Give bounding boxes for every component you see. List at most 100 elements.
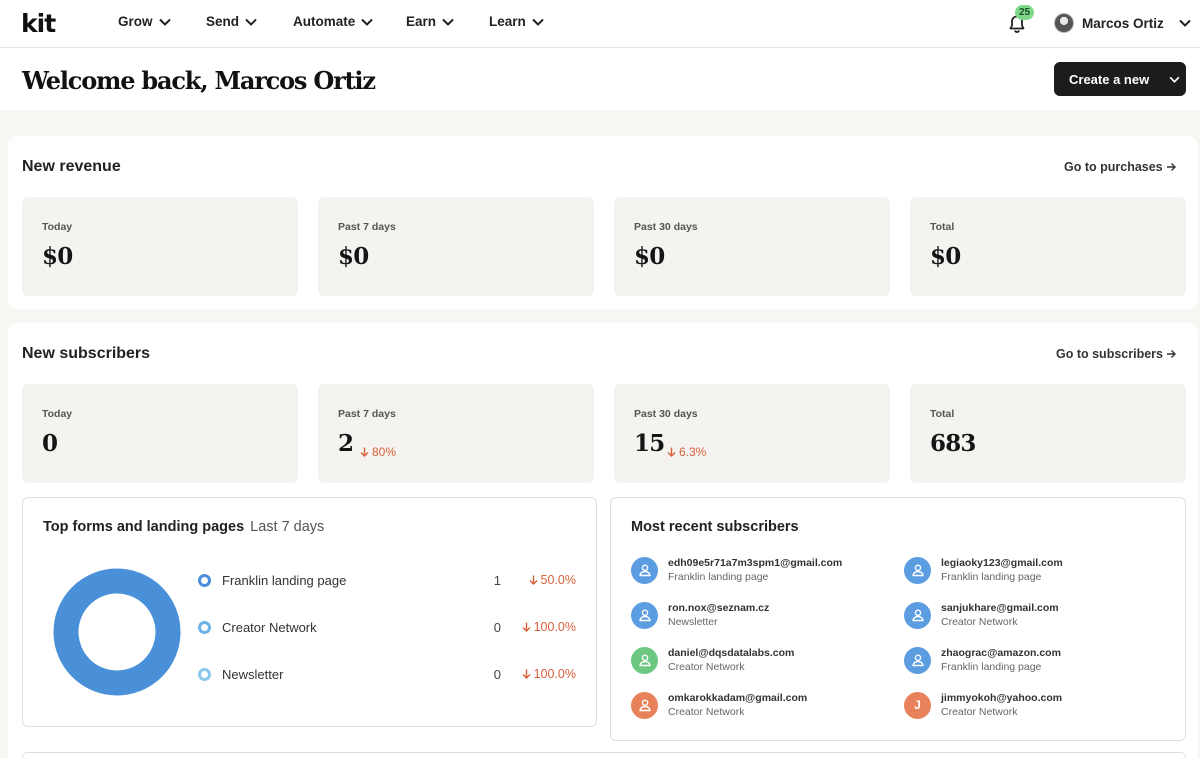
person-icon [638,609,651,622]
stat-value: 683 [930,430,976,457]
subscriber-text: edh09e5r71a7m3spm1@gmail.com Franklin lan… [668,556,842,585]
legend-change: 100.0% [522,667,576,681]
subscriber-source: Creator Network [941,615,1018,628]
subscribers-stat-30-days: Past 30 days 15 6.3% [614,384,890,483]
legend-row-creator-network[interactable]: Creator Network 0 100.0% [198,617,576,637]
recent-subscribers-title: Most recent subscribers [631,519,799,535]
recent-subscriber-item[interactable]: Jjimmyokoh@yahoo.com Creator Network [904,690,1164,720]
stat-value: $0 [338,243,369,270]
subscriber-text: sanjukhare@gmail.com Creator Network [941,601,1059,630]
nav-learn[interactable]: Learn [489,14,544,29]
recent-subscriber-item[interactable]: sanjukhare@gmail.com Creator Network [904,600,1164,630]
stat-value: $0 [634,243,665,270]
top-forms-title: Top forms and landing pages Last 7 days [43,519,324,535]
revenue-stat-30-days: Past 30 days $0 [614,197,890,296]
subscriber-email: sanjukhare@gmail.com [941,601,1059,614]
subscriber-source: Creator Network [668,660,745,673]
stat-label: Today [42,408,73,420]
revenue-stat-7-days: Past 7 days $0 [318,197,594,296]
create-new-button[interactable]: Create a new [1054,62,1186,96]
stat-change: 80% [360,445,396,459]
chevron-down-icon [158,18,171,26]
legend-change-value: 100.0% [533,667,576,681]
subscriber-source: Creator Network [941,705,1018,718]
subscriber-email: ron.nox@seznam.cz [668,601,770,614]
legend-name: Newsletter [222,666,284,682]
subscriber-text: legiaoky123@gmail.com Franklin landing pa… [941,556,1063,585]
top-forms-period: Last 7 days [250,519,325,535]
nav-grow-label: Grow [118,14,153,29]
avatar [1054,13,1074,33]
legend-row-newsletter[interactable]: Newsletter 0 100.0% [198,664,576,684]
legend-count: 0 [493,666,501,682]
legend-dot [198,573,211,587]
avatar-initial: J [914,698,921,712]
chevron-down-icon [442,18,454,26]
nav-grow[interactable]: Grow [118,14,171,29]
go-to-subscribers-label: Go to subscribers [1056,347,1163,361]
stat-label: Total [930,221,955,233]
subscriber-email: jimmyokoh@yahoo.com [941,691,1063,704]
legend-change-value: 50.0% [540,573,576,587]
recent-subscriber-item[interactable]: ron.nox@seznam.cz Newsletter [631,600,891,630]
person-icon [911,564,924,577]
legend-dot [198,667,211,681]
stat-label: Past 30 days [634,408,698,420]
stat-label: Total [930,408,955,420]
svg-text:kit: kit [21,11,56,35]
legend-name: Franklin landing page [222,572,347,588]
subscriber-email: omkarokkadam@gmail.com [668,691,808,704]
subscribers-stat-today: Today 0 [22,384,298,483]
recent-subscribers-card: Most recent subscribers edh09e5r71a7m3sp… [610,497,1186,741]
top-forms-card: Top forms and landing pages Last 7 days F… [22,497,597,727]
stat-change: 6.3% [667,445,706,459]
legend-count: 0 [493,619,501,635]
forms-donut-chart [53,568,181,696]
stat-label: Today [42,221,73,233]
nav-earn-label: Earn [406,14,437,29]
nav-automate[interactable]: Automate [293,14,373,29]
chevron-down-icon [1179,19,1191,27]
revenue-stat-total: Total $0 [910,197,1186,296]
person-icon [911,654,924,667]
legend-change-value: 100.0% [533,620,576,634]
nav-learn-label: Learn [489,14,526,29]
recent-subscriber-item[interactable]: daniel@dqsdatalabs.com Creator Network [631,645,891,675]
user-menu[interactable]: Marcos Ortiz [1054,13,1191,33]
recent-subscriber-item[interactable]: edh09e5r71a7m3spm1@gmail.com Franklin lan… [631,555,891,585]
recent-subscriber-item[interactable]: legiaoky123@gmail.com Franklin landing pa… [904,555,1164,585]
subscriber-source: Franklin landing page [668,570,769,583]
recent-subscriber-item[interactable]: zhaograc@amazon.com Franklin landing page [904,645,1164,675]
user-icon [904,556,931,584]
person-icon [638,699,651,712]
nav-earn[interactable]: Earn [406,14,454,29]
chevron-down-icon [1169,76,1180,83]
page-header: Welcome back, Marcos Ortiz Create a new [0,48,1200,110]
subscriber-source: Franklin landing page [941,660,1042,673]
legend-dot [198,620,211,634]
recent-subscriber-item[interactable]: omkarokkadam@gmail.com Creator Network [631,690,891,720]
legend-row-franklin[interactable]: Franklin landing page 1 50.0% [198,570,576,590]
arrow-down-icon [667,447,676,457]
subscriber-source: Creator Network [668,705,745,718]
subscriber-source: Newsletter [668,615,718,628]
kit-logo[interactable]: kit [21,11,69,35]
donut-slice-franklin [53,568,181,696]
arrow-down-icon [522,669,531,679]
go-to-subscribers-link[interactable]: Go to subscribers [1056,347,1176,361]
revenue-stat-today: Today $0 [22,197,298,296]
subscriber-email: edh09e5r71a7m3spm1@gmail.com [668,556,843,569]
subscriber-email: daniel@dqsdatalabs.com [668,646,795,659]
arrow-right-icon [1166,350,1176,358]
go-to-purchases-link[interactable]: Go to purchases [1064,160,1176,174]
stat-change-value: 80% [372,445,397,459]
stat-value: 2 [338,430,354,457]
subscriber-text: ron.nox@seznam.cz Newsletter [668,601,769,630]
user-icon [631,646,658,674]
chevron-down-icon [361,18,373,26]
nav-send-label: Send [206,14,240,29]
revenue-panel: New revenue Go to purchases Today $0 Pas… [8,136,1198,309]
nav-send[interactable]: Send [206,14,257,29]
stat-value: $0 [930,243,961,270]
stat-change-value: 6.3% [679,445,707,459]
